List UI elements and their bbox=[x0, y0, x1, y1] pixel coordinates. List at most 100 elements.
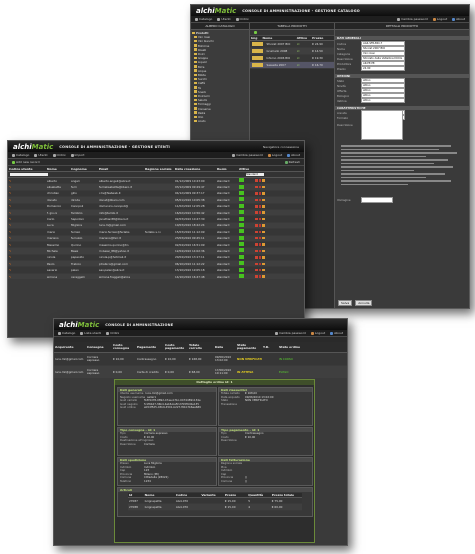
active-status-icon[interactable] bbox=[239, 235, 244, 240]
change-password-button[interactable]: Cambia password bbox=[397, 17, 428, 21]
about-button[interactable]: About bbox=[330, 331, 343, 335]
logout-button[interactable]: Logout bbox=[432, 17, 447, 21]
delete-icon[interactable] bbox=[258, 256, 261, 259]
article-row[interactable]: 27088 Grignapetta AG4-070 € 15,00 4 € 60,00 bbox=[128, 504, 302, 511]
change-password-button[interactable]: Cambia password bbox=[232, 153, 263, 157]
general-field-input[interactable]: 24.90 bbox=[361, 65, 405, 72]
orders-col-header[interactable]: Data bbox=[214, 346, 236, 349]
users-col-header[interactable]: Data creazione bbox=[174, 167, 216, 171]
order-row[interactable]: luca.mil@gmail.com Corriere espresso € 0,0… bbox=[54, 366, 347, 379]
edit-icon[interactable]: ✎ bbox=[8, 191, 46, 195]
users-nav-button[interactable]: Utenti bbox=[34, 153, 48, 157]
edit-icon[interactable]: ✎ bbox=[8, 268, 46, 272]
active-status-icon[interactable] bbox=[239, 216, 244, 221]
mail-icon[interactable] bbox=[262, 205, 265, 208]
product-col-header[interactable]: Nome bbox=[262, 36, 296, 40]
product-active-check[interactable]: ☑ bbox=[296, 49, 311, 53]
logout-button[interactable]: Logout bbox=[310, 331, 325, 335]
role-filter-select[interactable]: Standard bbox=[246, 172, 264, 177]
product-col-header[interactable]: Img bbox=[250, 36, 262, 40]
product-active-check[interactable]: ☑ bbox=[296, 42, 311, 46]
lock-icon[interactable] bbox=[255, 249, 258, 253]
delete-icon[interactable] bbox=[258, 268, 261, 272]
edit-icon[interactable]: ✎ bbox=[8, 249, 46, 253]
edit-icon[interactable]: ✎ bbox=[8, 262, 46, 266]
user-row[interactable]: ✎ simona ceraggelli simona.fraggeli@alice 14… bbox=[8, 273, 304, 281]
delete-icon[interactable] bbox=[258, 198, 261, 202]
catalog-nav-button[interactable]: Catalogo bbox=[195, 17, 212, 21]
product-col-header[interactable]: Attivo bbox=[296, 36, 311, 40]
lock-icon[interactable] bbox=[255, 224, 258, 227]
active-status-icon[interactable] bbox=[239, 178, 244, 183]
edit-icon[interactable]: ✎ bbox=[8, 217, 46, 221]
users-col-header[interactable]: Ruolo bbox=[216, 167, 238, 171]
lock-icon[interactable] bbox=[255, 262, 258, 266]
active-status-icon[interactable] bbox=[239, 222, 244, 227]
article-col-header[interactable]: Quantità bbox=[247, 493, 270, 497]
delete-icon[interactable] bbox=[258, 262, 261, 266]
active-status-icon[interactable] bbox=[239, 190, 244, 195]
orders-nav-button[interactable]: Ordini bbox=[235, 17, 249, 21]
lock-icon[interactable] bbox=[255, 217, 258, 221]
order-row[interactable]: luca.mil@gmail.com Corriere espresso € 10,… bbox=[54, 353, 347, 366]
lock-icon[interactable] bbox=[255, 230, 258, 234]
users-nav-button[interactable]: Lista utenti bbox=[80, 331, 101, 335]
article-col-header[interactable]: Prezzo totale bbox=[271, 493, 302, 497]
lock-icon[interactable] bbox=[255, 268, 258, 272]
mail-icon[interactable] bbox=[262, 268, 265, 272]
article-col-header[interactable]: Id bbox=[128, 493, 144, 497]
mail-icon[interactable] bbox=[262, 217, 265, 221]
edit-icon[interactable]: ✎ bbox=[8, 204, 46, 208]
mail-icon[interactable] bbox=[262, 230, 265, 234]
active-status-icon[interactable] bbox=[239, 184, 244, 189]
orders-col-header[interactable]: T.D. bbox=[262, 346, 278, 349]
lock-icon[interactable] bbox=[255, 211, 258, 214]
orders-col-header[interactable]: Pagamento bbox=[136, 346, 164, 349]
product-row[interactable]: Grumello 2008 ☑ € 14.50 bbox=[250, 48, 334, 55]
users-col-header[interactable]: Ragione sociale bbox=[144, 167, 174, 171]
lock-icon[interactable] bbox=[255, 256, 258, 259]
mail-icon[interactable] bbox=[262, 256, 265, 259]
orders-col-header[interactable]: Consegna bbox=[86, 346, 112, 349]
mail-icon[interactable] bbox=[262, 275, 265, 278]
mail-icon[interactable] bbox=[262, 262, 265, 266]
import-nav-button[interactable]: Import bbox=[70, 153, 84, 157]
description-editor[interactable] bbox=[361, 109, 403, 140]
orders-col-header[interactable]: Stato ordine bbox=[278, 346, 310, 349]
orders-nav-button[interactable]: Ordini bbox=[52, 153, 66, 157]
product-row[interactable]: Sassella 2007 ☑ € 16.70 bbox=[250, 62, 334, 69]
users-col-header[interactable]: Nome bbox=[46, 167, 70, 171]
active-status-icon[interactable] bbox=[239, 203, 244, 208]
edit-icon[interactable]: ✎ bbox=[8, 198, 46, 202]
article-col-header[interactable]: Codice bbox=[175, 493, 200, 497]
edit-icon[interactable]: ✎ bbox=[8, 255, 46, 259]
orders-col-header[interactable]: Costo consegna bbox=[112, 344, 136, 350]
edit-icon[interactable]: ✎ bbox=[8, 275, 46, 279]
lock-icon[interactable] bbox=[255, 198, 258, 202]
delete-icon[interactable] bbox=[258, 230, 261, 234]
active-status-icon[interactable] bbox=[239, 197, 244, 202]
active-status-icon[interactable] bbox=[239, 267, 244, 272]
refresh-button[interactable]: Refresh bbox=[284, 160, 300, 164]
save-button[interactable]: Salva bbox=[338, 300, 353, 306]
lock-icon[interactable] bbox=[255, 236, 258, 240]
mail-icon[interactable] bbox=[262, 236, 265, 240]
mail-icon[interactable] bbox=[262, 179, 265, 182]
article-col-header[interactable]: Prezzo bbox=[224, 493, 247, 497]
active-status-icon[interactable] bbox=[239, 274, 244, 279]
lock-icon[interactable] bbox=[255, 179, 258, 182]
delete-icon[interactable] bbox=[258, 211, 261, 214]
mail-icon[interactable] bbox=[262, 198, 265, 202]
edit-icon[interactable]: ✎ bbox=[8, 230, 46, 234]
lock-icon[interactable] bbox=[255, 185, 258, 189]
users-col-header[interactable]: Codice utente bbox=[8, 167, 46, 171]
add-record-button[interactable]: Add new record bbox=[12, 160, 40, 164]
users-col-header[interactable]: Attivo bbox=[238, 167, 254, 171]
delete-icon[interactable] bbox=[258, 243, 261, 246]
image-upload[interactable] bbox=[361, 196, 393, 203]
delete-icon[interactable] bbox=[258, 179, 261, 182]
mail-icon[interactable] bbox=[262, 192, 265, 195]
lock-icon[interactable] bbox=[255, 243, 258, 246]
edit-icon[interactable]: ✎ bbox=[8, 179, 46, 183]
catalog-nav-button[interactable]: Catalogo bbox=[12, 153, 29, 157]
